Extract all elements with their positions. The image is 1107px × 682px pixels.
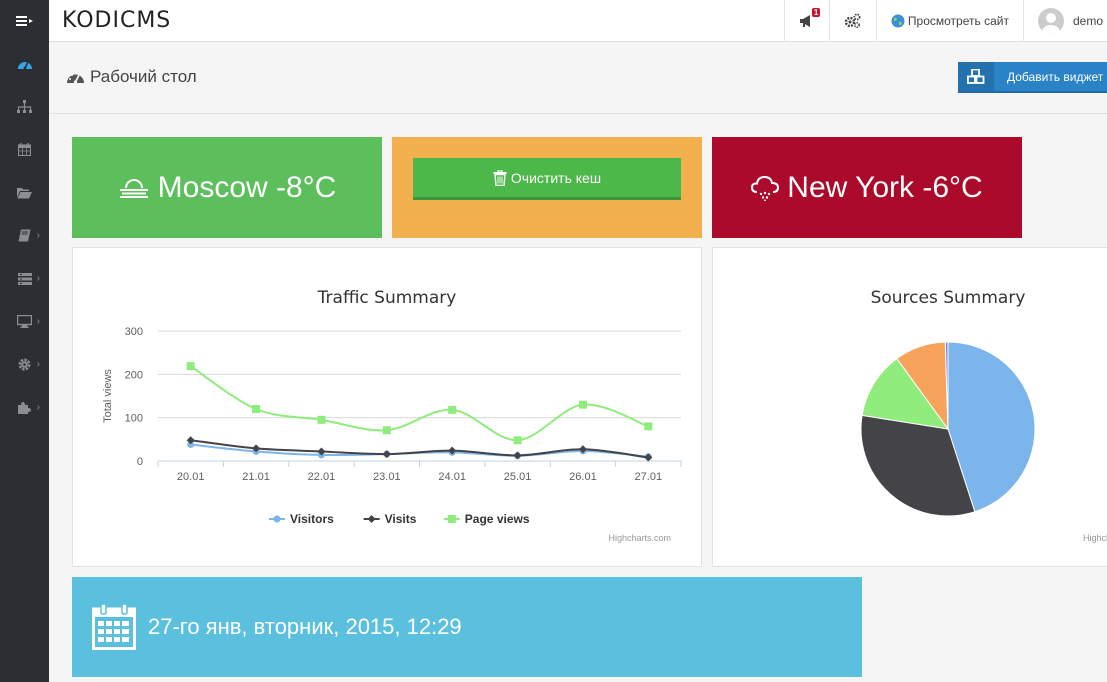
weather-text: Moscow -8°C (157, 170, 337, 204)
sidebar-item-datasources[interactable]: › (0, 257, 49, 300)
legend-marker (447, 515, 456, 523)
x-tick-label: 24.01 (438, 471, 466, 483)
data-point (317, 415, 326, 424)
gear-icon (18, 358, 31, 371)
chevron-right-icon: › (36, 273, 40, 284)
x-tick-label: 22.01 (308, 471, 336, 483)
weather-widget-new-york: New York -6°C (712, 137, 1022, 238)
legend-item-label: Visits (385, 512, 417, 526)
page-title: Рабочий стол (66, 67, 197, 87)
calendar-icon (18, 143, 31, 156)
view-site-link[interactable]: Просмотреть сайт (875, 0, 1023, 42)
data-point (578, 400, 587, 409)
clear-cache-label: Очистить кеш (510, 169, 602, 186)
sources-summary-panel: Sources Summary Highcharts.com (712, 247, 1107, 567)
book-icon (18, 229, 31, 242)
legend-marker (367, 515, 376, 523)
sidebar: › › › › › (0, 42, 49, 682)
chevron-right-icon: › (36, 402, 40, 413)
legend-item-label: Page views (465, 512, 530, 526)
chart-credits[interactable]: Highcharts.com (1083, 533, 1107, 543)
data-point (382, 450, 391, 459)
globe-icon (891, 14, 905, 28)
data-point (448, 405, 457, 414)
sidebar-item-design[interactable]: › (0, 300, 49, 343)
notifications-button[interactable]: 1 (783, 0, 829, 42)
trash-icon (493, 169, 507, 186)
chevron-right-icon: › (36, 230, 40, 241)
chevron-right-icon: › (36, 359, 40, 370)
data-point (513, 451, 522, 460)
navbar-right: 1 Просмотреть сайт demo (783, 0, 1107, 42)
sidebar-item-system[interactable]: › (0, 343, 49, 386)
desktop-icon (17, 315, 32, 328)
x-tick-label: 20.01 (177, 471, 205, 483)
data-point (644, 422, 653, 431)
date-widget: 27-го янв, вторник, 2015, 12:29 (72, 577, 862, 677)
dashboard-icon (17, 61, 32, 69)
top-navbar: KODICMS 1 Просмотреть сайт demo (0, 0, 1107, 42)
y-axis-label: Total views (102, 369, 114, 423)
notifications-badge: 1 (811, 8, 821, 17)
legend-marker (273, 515, 281, 523)
brand-logo[interactable]: KODICMS (62, 8, 171, 33)
cubes-icon (967, 69, 985, 84)
gears-icon (844, 13, 861, 29)
sidebar-item-sitemap[interactable] (0, 85, 49, 128)
folder-open-icon (17, 187, 32, 198)
legend-item-label: Visitors (290, 512, 334, 526)
y-tick-label: 300 (125, 326, 143, 338)
cubes-icon-wrap (958, 62, 994, 91)
sidebar-item-calendar[interactable] (0, 128, 49, 171)
settings-button[interactable] (828, 0, 876, 42)
data-point (513, 436, 522, 445)
fog-icon (119, 178, 148, 198)
menu-toggle-button[interactable] (0, 0, 49, 42)
chevron-right-icon: › (36, 316, 40, 327)
sidebar-item-plugins[interactable]: › (0, 386, 49, 429)
hamburger-icon (15, 16, 33, 26)
sidebar-item-dashboard[interactable] (0, 42, 49, 85)
data-point (186, 362, 195, 371)
clear-cache-button[interactable]: Очистить кеш (413, 158, 681, 200)
weather-widget-moscow: Moscow -8°C (72, 137, 382, 238)
x-tick-label: 27.01 (635, 471, 663, 483)
cache-widget: Очистить кеш (392, 137, 702, 238)
x-tick-label: 25.01 (504, 471, 532, 483)
header-divider (49, 113, 1107, 114)
sidebar-item-files[interactable] (0, 171, 49, 214)
sitemap-icon (17, 100, 32, 113)
chart-credits[interactable]: Highcharts.com (608, 533, 671, 543)
data-point (252, 405, 261, 413)
user-menu[interactable]: demo (1022, 0, 1107, 42)
x-tick-label: 21.01 (242, 471, 270, 483)
chart-legend: Visitors Visits Page views (269, 512, 530, 526)
sources-chart (860, 341, 1036, 517)
y-tick-label: 200 (125, 369, 143, 381)
calendar-icon (92, 604, 136, 650)
avatar (1037, 8, 1064, 34)
series-visits (186, 436, 653, 462)
traffic-chart: 0 100 200 300 20.01 21.01 22.01 23.01 24.01 25.01… (102, 326, 682, 526)
x-tick-label: 23.01 (373, 471, 401, 483)
user-name: demo (1072, 14, 1103, 28)
page-title-text: Рабочий стол (90, 67, 197, 86)
sidebar-item-documents[interactable]: › (0, 214, 49, 257)
traffic-summary-panel: Traffic Summary 0 100 200 300 20.01 21.01 22.0… (72, 247, 702, 567)
add-widget-label: Добавить виджет (1007, 69, 1104, 84)
y-tick-label: 100 (125, 413, 143, 425)
add-widget-button[interactable]: Добавить виджет (958, 62, 1107, 93)
data-point (382, 426, 391, 435)
weather-text: New York -6°C (787, 170, 983, 204)
y-tick-label: 0 (137, 456, 143, 468)
list-icon (17, 272, 32, 285)
date-text: 27-го янв, вторник, 2015, 12:29 (148, 614, 462, 639)
cloud-snow-icon (751, 175, 780, 201)
view-site-label: Просмотреть сайт (907, 14, 1009, 28)
puzzle-icon (17, 402, 31, 414)
dashboard-icon (67, 72, 84, 84)
x-tick-label: 26.01 (569, 471, 597, 483)
